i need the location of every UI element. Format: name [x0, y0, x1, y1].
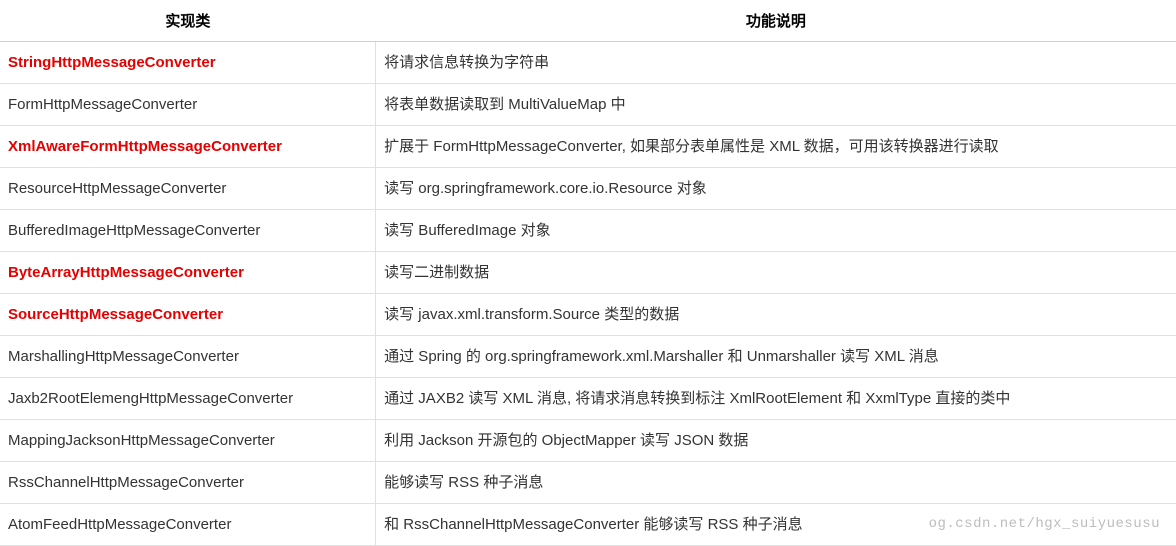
cell-impl-class: MarshallingHttpMessageConverter: [0, 336, 376, 378]
table-row: Jaxb2RootElemengHttpMessageConverter通过 J…: [0, 378, 1176, 420]
cell-impl-class: MappingJacksonHttpMessageConverter: [0, 420, 376, 462]
cell-impl-class: ByteArrayHttpMessageConverter: [0, 252, 376, 294]
table-row: BufferedImageHttpMessageConverter读写 Buff…: [0, 210, 1176, 252]
cell-impl-class: Jaxb2RootElemengHttpMessageConverter: [0, 378, 376, 420]
table-row: AtomFeedHttpMessageConverter和 RssChannel…: [0, 504, 1176, 546]
cell-description: 通过 JAXB2 读写 XML 消息, 将请求消息转换到标注 XmlRootEl…: [376, 378, 1176, 420]
cell-impl-class: RssChannelHttpMessageConverter: [0, 462, 376, 504]
cell-description: 利用 Jackson 开源包的 ObjectMapper 读写 JSON 数据: [376, 420, 1176, 462]
table-row: SourceHttpMessageConverter读写 javax.xml.t…: [0, 294, 1176, 336]
converter-table: 实现类 功能说明 StringHttpMessageConverter将请求信息…: [0, 0, 1176, 546]
table-row: ResourceHttpMessageConverter读写 org.sprin…: [0, 168, 1176, 210]
cell-impl-class: BufferedImageHttpMessageConverter: [0, 210, 376, 252]
header-description: 功能说明: [376, 0, 1176, 42]
cell-description: 和 RssChannelHttpMessageConverter 能够读写 RS…: [376, 504, 1176, 546]
table-container: 实现类 功能说明 StringHttpMessageConverter将请求信息…: [0, 0, 1176, 546]
cell-impl-class: FormHttpMessageConverter: [0, 84, 376, 126]
cell-description: 读写 org.springframework.core.io.Resource …: [376, 168, 1176, 210]
cell-impl-class: AtomFeedHttpMessageConverter: [0, 504, 376, 546]
cell-description: 将请求信息转换为字符串: [376, 42, 1176, 84]
table-row: MarshallingHttpMessageConverter通过 Spring…: [0, 336, 1176, 378]
cell-description: 读写 BufferedImage 对象: [376, 210, 1176, 252]
table-row: ByteArrayHttpMessageConverter读写二进制数据: [0, 252, 1176, 294]
table-row: MappingJacksonHttpMessageConverter利用 Jac…: [0, 420, 1176, 462]
cell-description: 读写二进制数据: [376, 252, 1176, 294]
cell-description: 扩展于 FormHttpMessageConverter, 如果部分表单属性是 …: [376, 126, 1176, 168]
cell-description: 能够读写 RSS 种子消息: [376, 462, 1176, 504]
table-row: StringHttpMessageConverter将请求信息转换为字符串: [0, 42, 1176, 84]
table-row: RssChannelHttpMessageConverter能够读写 RSS 种…: [0, 462, 1176, 504]
table-header-row: 实现类 功能说明: [0, 0, 1176, 42]
cell-impl-class: ResourceHttpMessageConverter: [0, 168, 376, 210]
cell-description: 通过 Spring 的 org.springframework.xml.Mars…: [376, 336, 1176, 378]
cell-impl-class: XmlAwareFormHttpMessageConverter: [0, 126, 376, 168]
table-row: XmlAwareFormHttpMessageConverter扩展于 Form…: [0, 126, 1176, 168]
cell-description: 将表单数据读取到 MultiValueMap 中: [376, 84, 1176, 126]
cell-impl-class: SourceHttpMessageConverter: [0, 294, 376, 336]
table-row: FormHttpMessageConverter将表单数据读取到 MultiVa…: [0, 84, 1176, 126]
cell-description: 读写 javax.xml.transform.Source 类型的数据: [376, 294, 1176, 336]
header-impl-class: 实现类: [0, 0, 376, 42]
cell-impl-class: StringHttpMessageConverter: [0, 42, 376, 84]
